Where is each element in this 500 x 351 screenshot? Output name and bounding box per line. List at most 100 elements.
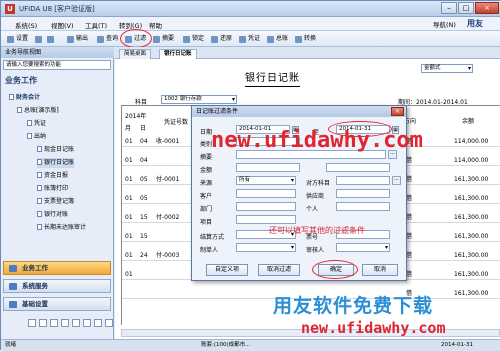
annotation-tip: 还可以填写其他的过滤条件: [269, 226, 365, 235]
watermark-url-bottom: new.ufidawhy.com: [301, 319, 446, 337]
subject-select[interactable]: 1002 银行存款: [161, 95, 237, 104]
cell-day: 24: [140, 252, 148, 259]
header-day: 日: [140, 125, 147, 132]
nav-view-header: 业务导航视图: [1, 47, 114, 58]
menu-system[interactable]: 系统(S): [15, 20, 37, 30]
person-input[interactable]: [336, 202, 390, 211]
cell-voucher: 付-0001: [156, 176, 180, 183]
ufida-logo-icon: U: [5, 4, 15, 14]
tree-item-bank-journal[interactable]: 银行日记账: [37, 158, 75, 168]
cell-day: 05: [140, 195, 148, 202]
shortcut-icon[interactable]: [39, 319, 47, 327]
shortcut-icon[interactable]: [105, 319, 113, 327]
amount-to-input[interactable]: [326, 163, 390, 172]
page-icon: [37, 185, 42, 191]
toolbar-summary-button[interactable]: 摘要: [153, 34, 174, 44]
tree-item-finance[interactable]: 财务会计: [9, 93, 40, 103]
function-search-input[interactable]: 请输入您要搜索的功能: [3, 60, 111, 70]
watermark-url-top: new.ufidawhy.com: [211, 128, 423, 153]
dialog-close-button[interactable]: ×: [391, 107, 404, 116]
cell-day: 04: [140, 157, 148, 164]
window-title: UFIDA U8 [客户验证版]: [19, 5, 95, 13]
tree-item-voucher[interactable]: 凭证: [27, 119, 46, 129]
tree-item-print[interactable]: 账簿打印: [37, 184, 68, 194]
shortcut-icon[interactable]: [72, 319, 80, 327]
toolbar-convert-button[interactable]: 转换: [295, 34, 316, 44]
counter-subject-input[interactable]: [336, 176, 390, 185]
cancel-filter-button[interactable]: 取消过滤: [258, 264, 300, 276]
cancel-button[interactable]: 取消: [362, 264, 398, 276]
page-icon: [37, 146, 42, 152]
tree-item-gl[interactable]: 总账[演示版]: [17, 106, 59, 116]
nav-system-service-button[interactable]: 系统服务: [3, 279, 111, 293]
auditor-select[interactable]: [336, 243, 390, 252]
folder-icon: [27, 120, 32, 126]
menu-view[interactable]: 视图(V): [51, 20, 74, 30]
toolbar-restore-button[interactable]: 还原: [211, 34, 232, 44]
toolbar-print-button[interactable]: [35, 34, 44, 44]
field-label-department: 部门: [200, 206, 213, 213]
amount-from-input[interactable]: [236, 163, 300, 172]
custom-items-button[interactable]: 自定义项: [206, 264, 248, 276]
app-window: U UFIDA U8 [客户验证版] – □ × 系统(S) 视图(V) 工具(…: [0, 0, 500, 351]
toolbar-preview-button[interactable]: [47, 34, 56, 44]
source-select[interactable]: 所有: [236, 176, 296, 185]
field-label-counter-subject: 对方科目: [306, 180, 331, 187]
nav-basic-settings-button[interactable]: 基础设置: [3, 297, 111, 311]
cell-month: 01: [125, 138, 133, 145]
tree-item-daily-report[interactable]: 资金日报: [37, 171, 68, 181]
nav-menu[interactable]: 导航(N): [433, 19, 456, 29]
tab-simple-desktop[interactable]: 简易桌面: [119, 49, 152, 59]
department-input[interactable]: [236, 202, 296, 211]
folder-icon: [27, 133, 32, 139]
tree-item-reconcile[interactable]: 银行对账: [37, 210, 68, 220]
field-label-settlement: 结算方式: [200, 234, 225, 241]
cell-voucher: 付-0003: [156, 252, 180, 259]
supplier-input[interactable]: [336, 189, 390, 198]
minimize-button[interactable]: –: [441, 2, 457, 14]
panel-shortcuts: [28, 319, 113, 327]
cell-month: 01: [125, 176, 133, 183]
filter-highlight-circle: [120, 29, 152, 48]
shortcut-icon[interactable]: [61, 319, 69, 327]
toolbar-ledger-button[interactable]: 总账: [267, 34, 288, 44]
tree-item-audit[interactable]: 长期未达账审计: [37, 223, 86, 233]
cell-month: 01: [125, 214, 133, 221]
status-account: 账套:(100)成都市...: [201, 342, 251, 348]
toolbar-voucher-button[interactable]: 凭证: [239, 34, 260, 44]
cell-month: 01: [125, 157, 133, 164]
tree-item-cashier[interactable]: 出纳: [27, 132, 46, 142]
page-icon: [37, 224, 42, 230]
format-select[interactable]: 金额式: [421, 64, 473, 73]
cell-balance: 161,300.00: [454, 290, 489, 297]
shortcut-icon[interactable]: [50, 319, 58, 327]
close-button[interactable]: ×: [475, 2, 499, 14]
tab-bank-journal[interactable]: 银行日记账: [159, 49, 197, 59]
header-balance: 余额: [462, 118, 475, 125]
menu-help[interactable]: 帮助: [149, 20, 162, 30]
status-date: 2014-01-31: [441, 342, 473, 348]
toolbar-query-button[interactable]: 查询: [97, 34, 118, 44]
field-label-person: 个人: [306, 206, 319, 213]
shortcut-icon[interactable]: [28, 319, 36, 327]
tree-item-cheque[interactable]: 支票登记簿: [37, 197, 74, 207]
counter-subject-lookup-button[interactable]: ···: [392, 176, 401, 185]
ok-highlight-circle: [312, 260, 358, 279]
left-panel: 业务导航视图 请输入您要搜索的功能 业务工作 财务会计 总账[演示版] 凭证 出…: [1, 47, 114, 339]
shortcut-icon[interactable]: [94, 319, 102, 327]
customer-input[interactable]: [236, 189, 296, 198]
shortcut-icon[interactable]: [83, 319, 91, 327]
header-month: 月: [125, 125, 132, 132]
project-input[interactable]: [236, 215, 296, 224]
toolbar-settings-button[interactable]: 设置: [7, 34, 28, 44]
maker-select[interactable]: [236, 243, 296, 252]
toolbar-lock-button[interactable]: 锁定: [183, 34, 204, 44]
tree-item-cash-journal[interactable]: 现金日记账: [37, 145, 74, 155]
toolbar-output-button[interactable]: 输出: [67, 34, 88, 44]
field-label-customer: 客户: [200, 193, 213, 200]
cell-day: 04: [140, 138, 148, 145]
menu-tools[interactable]: 工具(T): [85, 20, 107, 30]
maximize-button[interactable]: □: [458, 2, 474, 14]
nav-business-work-button[interactable]: 业务工作: [3, 261, 111, 275]
status-bar: 就绪 账套:(100)成都市... 2014-01-31: [1, 339, 500, 351]
